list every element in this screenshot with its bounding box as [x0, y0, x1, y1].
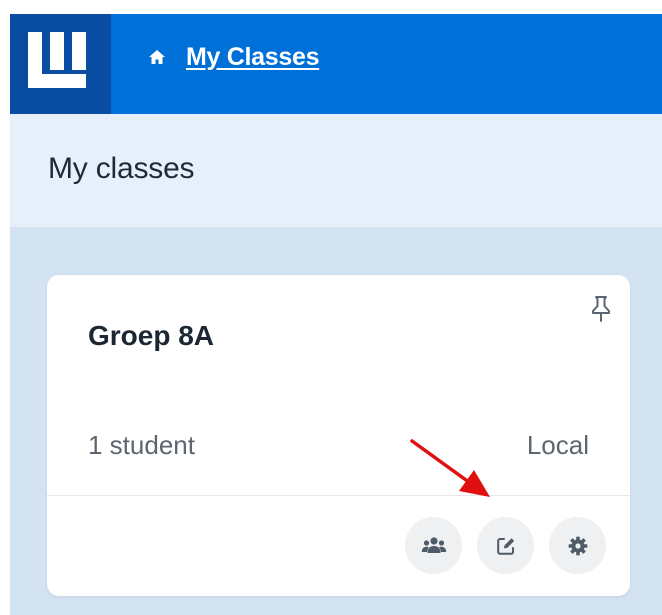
class-card[interactable]: Groep 8A 1 student Local [47, 275, 630, 596]
logo-bar-right [72, 32, 86, 70]
breadcrumb-my-classes-link[interactable]: My Classes [186, 43, 320, 72]
page-title: My classes [48, 152, 195, 185]
home-icon [148, 48, 166, 66]
app-window: My Classes My classes Groep 8A 1 student… [10, 14, 662, 615]
class-name[interactable]: Groep 8A [88, 320, 214, 352]
page-header: My classes [10, 114, 662, 227]
top-navigation-bar: My Classes [10, 14, 662, 114]
edit-icon [495, 535, 517, 557]
logo-bar-bottom [28, 74, 86, 88]
settings-button[interactable] [549, 517, 606, 574]
student-count: 1 student [88, 430, 195, 460]
card-divider [47, 495, 630, 496]
gear-icon [567, 535, 589, 557]
class-type-label: Local [526, 430, 589, 460]
students-button[interactable] [405, 517, 462, 574]
edit-button[interactable] [477, 517, 534, 574]
people-icon [421, 535, 447, 557]
pin-icon[interactable] [590, 295, 612, 323]
app-logo[interactable] [10, 14, 111, 114]
breadcrumb[interactable]: My Classes [148, 42, 320, 72]
logo-bar-middle [50, 32, 64, 70]
